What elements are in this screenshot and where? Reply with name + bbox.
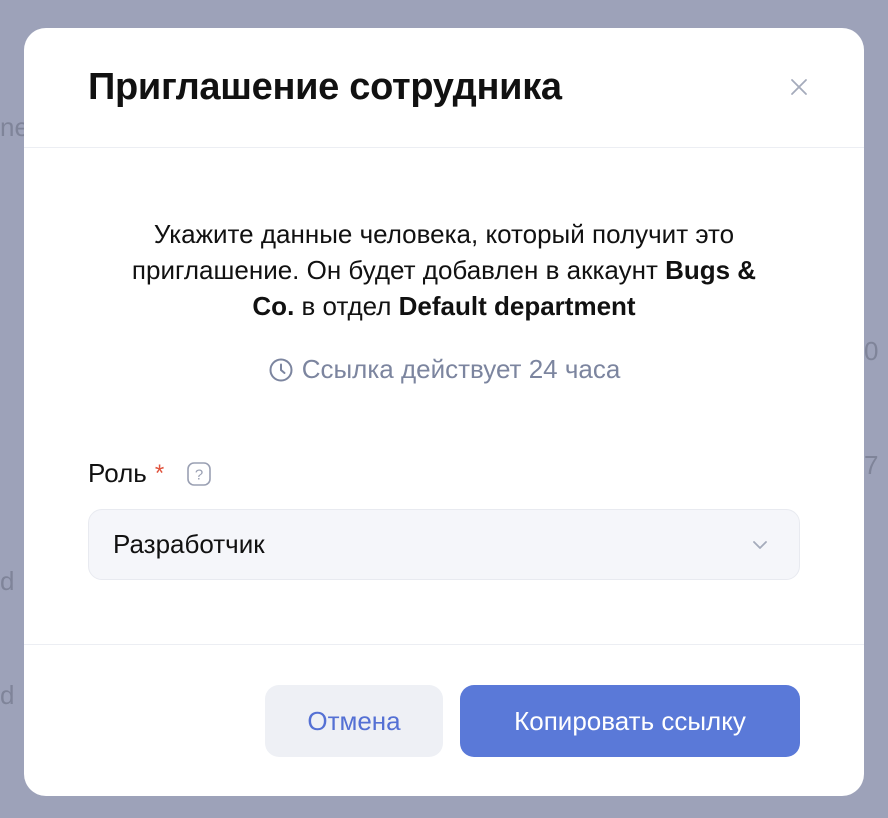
help-glyph: ? [195, 466, 203, 483]
close-button[interactable] [786, 74, 812, 100]
cancel-button[interactable]: Отмена [265, 685, 443, 757]
link-validity-note: Ссылка действует 24 часа [24, 354, 864, 385]
background-text-fragment: d [0, 566, 15, 596]
role-selected-value: Разработчик [113, 529, 265, 559]
dialog-footer: Отмена Копировать ссылку [24, 645, 864, 795]
dialog-title: Приглашение сотрудника [88, 66, 562, 108]
background-text-fragment: 0 [864, 336, 879, 366]
role-select[interactable]: Разработчик [88, 509, 800, 580]
required-mark: * [154, 459, 165, 487]
description-text: Укажите данные человека, который получит… [131, 219, 735, 285]
role-label: Роль [88, 458, 147, 488]
close-icon [791, 79, 807, 95]
question-icon[interactable]: ? [186, 461, 212, 487]
chevron-down-icon [753, 541, 767, 549]
invite-employee-dialog: Приглашение сотрудника Укажите данные че… [24, 28, 864, 796]
clock-icon [269, 358, 293, 381]
role-field-label: Роль * ? [88, 458, 212, 489]
dialog-header: Приглашение сотрудника [24, 28, 864, 148]
dialog-body: Укажите данные человека, который получит… [24, 148, 864, 645]
background-text-fragment: 7 [864, 450, 879, 480]
description-text: в отдел [294, 291, 399, 321]
invite-description: Укажите данные человека, который получит… [114, 216, 774, 324]
validity-text: Ссылка действует 24 часа [301, 354, 621, 384]
background-text-fragment: d [0, 680, 15, 710]
department-name: Default department [398, 291, 636, 321]
copy-link-button[interactable]: Копировать ссылку [460, 685, 800, 757]
